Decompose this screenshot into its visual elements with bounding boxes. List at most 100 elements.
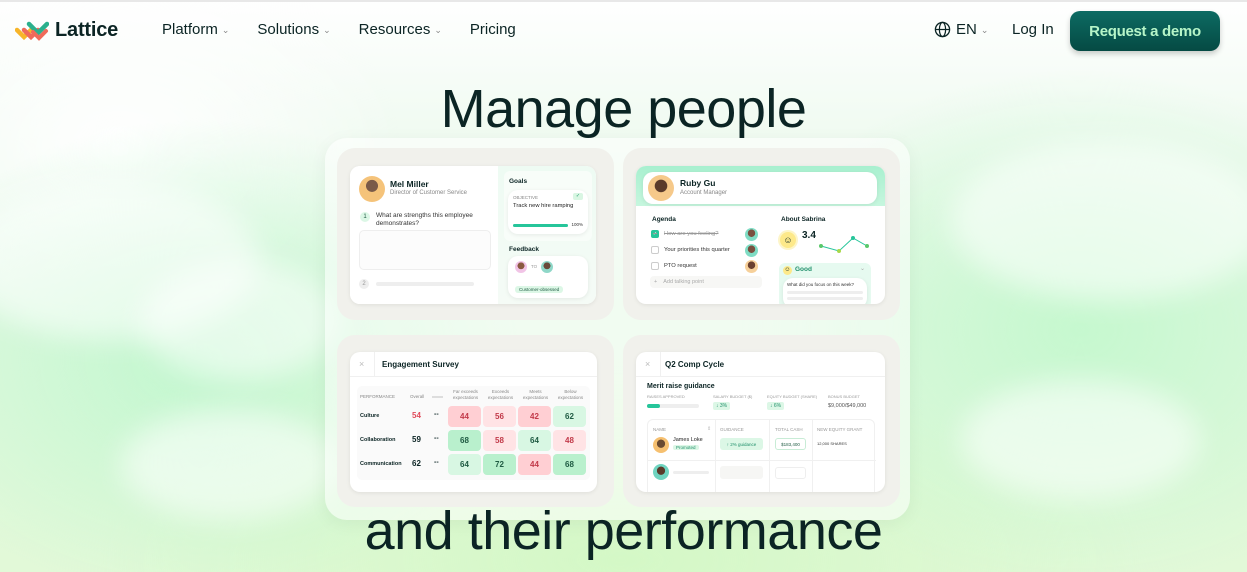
sort-icon[interactable]: ⇕ bbox=[707, 426, 711, 432]
row-label: Communication bbox=[360, 461, 402, 467]
close-icon[interactable]: × bbox=[645, 359, 650, 369]
comp-tile: × Q2 Comp Cycle Merit raise guidance RAI… bbox=[623, 335, 900, 507]
comp-table: NAME ⇕ GUIDANCE TOTAL CASH NEW EQUITY GR… bbox=[647, 419, 876, 492]
add-talking-point-label: Add talking point bbox=[663, 279, 704, 285]
chevron-down-icon: ⌄ bbox=[323, 25, 331, 35]
language-selector[interactable]: EN ⌄ bbox=[934, 21, 988, 38]
comp-cycle-card: × Q2 Comp Cycle Merit raise guidance RAI… bbox=[636, 352, 885, 492]
employee-name: James Loke bbox=[673, 437, 703, 443]
trend-dash: -- bbox=[434, 411, 439, 418]
score-cell[interactable]: 44 bbox=[518, 454, 551, 475]
checkin-prompt: What did you focus on this week? bbox=[787, 282, 855, 287]
employee-name: Ruby Gu bbox=[680, 178, 716, 188]
about-heading: About Sabrina bbox=[781, 216, 826, 223]
top-nav: Lattice Platform ⌄ Solutions ⌄ Resources ⌄ … bbox=[0, 0, 1247, 62]
agenda-item[interactable]: PTO request bbox=[651, 262, 697, 270]
add-talking-point[interactable]: + Add talking point bbox=[650, 276, 762, 288]
score-cell[interactable]: 64 bbox=[518, 430, 551, 451]
nav-platform[interactable]: Platform ⌄ bbox=[162, 21, 229, 38]
score-cell[interactable]: 68 bbox=[448, 430, 481, 451]
total-cash-input[interactable] bbox=[775, 467, 806, 479]
bonus-budget-value: $9,000/$49,000 bbox=[828, 403, 867, 409]
nav-resources-label: Resources bbox=[358, 21, 431, 38]
score-cell[interactable]: 58 bbox=[483, 430, 516, 451]
total-cash-input[interactable]: $183,400 bbox=[775, 438, 806, 450]
answer-textarea[interactable] bbox=[359, 230, 491, 270]
trend-dash: -- bbox=[434, 435, 439, 442]
chevron-down-icon[interactable]: ⌄ bbox=[860, 265, 865, 272]
checkin-panel: ☺ Good ⌄ What did you focus on this week… bbox=[779, 263, 871, 304]
overall-score: 62 bbox=[412, 459, 421, 468]
nav-solutions-label: Solutions bbox=[257, 21, 320, 38]
promoted-badge: Promoted bbox=[673, 445, 699, 450]
ruby-gu-avatar bbox=[648, 175, 674, 201]
chevron-down-icon: ⌄ bbox=[980, 25, 989, 35]
checkbox-icon[interactable] bbox=[651, 262, 659, 270]
language-label: EN bbox=[956, 21, 977, 38]
participant-avatar bbox=[745, 260, 758, 273]
engagement-survey-card: × Engagement Survey PERFORMANCE Overall … bbox=[350, 352, 597, 492]
score-cell[interactable]: 68 bbox=[553, 454, 586, 475]
checkbox-checked-icon[interactable]: ✓ bbox=[651, 230, 659, 238]
score-cell[interactable]: 72 bbox=[483, 454, 516, 475]
score-cell[interactable]: 62 bbox=[553, 406, 586, 427]
score-cell[interactable]: 44 bbox=[448, 406, 481, 427]
check-icon: ✓ bbox=[573, 193, 583, 200]
agenda-heading: Agenda bbox=[652, 216, 676, 223]
question-number: 1 bbox=[360, 212, 370, 222]
goal-progress-bar bbox=[513, 224, 568, 227]
goals-heading: Goals bbox=[509, 178, 528, 185]
nav-pricing-label: Pricing bbox=[469, 21, 516, 38]
nav-pricing[interactable]: Pricing bbox=[470, 21, 516, 38]
score-cell[interactable]: 48 bbox=[553, 430, 586, 451]
product-preview-frame: Mel Miller Director of Customer Service … bbox=[325, 138, 910, 520]
close-icon[interactable]: × bbox=[359, 359, 364, 369]
headline-bottom: and their performance bbox=[364, 501, 883, 561]
smiley-icon: ☺ bbox=[780, 232, 796, 248]
nav-resources[interactable]: Resources ⌄ bbox=[359, 21, 442, 38]
request-demo-button[interactable]: Request a demo bbox=[1070, 11, 1220, 51]
profile-header: Ruby Gu Account Manager bbox=[643, 172, 877, 204]
lattice-logo-icon bbox=[15, 21, 49, 41]
checkin-question-card: What did you focus on this week? bbox=[783, 278, 867, 304]
score-cell[interactable]: 56 bbox=[483, 406, 516, 427]
trend-dash: -- bbox=[434, 459, 439, 466]
column-header: Far exceeds expectations bbox=[452, 389, 479, 400]
feedback-receiver-avatar bbox=[541, 261, 553, 273]
comp-title: Q2 Comp Cycle bbox=[665, 360, 725, 369]
agenda-item[interactable]: ✓ How are you feeling? bbox=[651, 230, 718, 238]
score-cell[interactable]: 64 bbox=[448, 454, 481, 475]
one-on-one-card: Ruby Gu Account Manager Agenda ✓ How are… bbox=[636, 166, 885, 304]
chevron-down-icon: ⌄ bbox=[221, 25, 230, 35]
feedback-tag: Customer-obsessed bbox=[515, 286, 564, 293]
stat-label: SALARY BUDGET ($) bbox=[713, 394, 753, 399]
survey-table: PERFORMANCE Overall Far exceeds expectat… bbox=[357, 386, 590, 480]
stat-label: BONUS BUDGET bbox=[828, 394, 861, 399]
review-sidebar: Goals OBJECTIVE ✓ Track new hire ramping… bbox=[498, 166, 596, 304]
agenda-item[interactable]: Your priorities this quarter bbox=[651, 246, 730, 254]
brand-logo[interactable]: Lattice bbox=[15, 19, 118, 42]
column-header: NEW EQUITY GRANT bbox=[817, 427, 863, 432]
chevron-down-icon: ⌄ bbox=[434, 25, 442, 35]
overall-score: 54 bbox=[412, 411, 421, 420]
objective-label: OBJECTIVE bbox=[513, 195, 539, 200]
column-header: PERFORMANCE bbox=[360, 394, 396, 399]
participant-avatar bbox=[745, 244, 758, 257]
goal-title: Track new hire ramping bbox=[513, 203, 574, 209]
placeholder-line bbox=[376, 282, 474, 286]
score-cell[interactable]: 42 bbox=[518, 406, 551, 427]
stat-label: RAISES APPROVED bbox=[647, 394, 685, 399]
sentiment-label: Good bbox=[795, 266, 812, 273]
feedback-card[interactable]: TO Customer-obsessed bbox=[508, 256, 588, 298]
nav-platform-label: Platform bbox=[162, 21, 218, 38]
checkbox-icon[interactable] bbox=[651, 246, 659, 254]
goal-card[interactable]: OBJECTIVE ✓ Track new hire ramping 100% bbox=[508, 190, 588, 234]
mel-miller-avatar bbox=[359, 176, 385, 202]
stat-label: EQUITY BUDGET (SHARE) bbox=[767, 394, 818, 399]
nav-solutions[interactable]: Solutions ⌄ bbox=[257, 21, 330, 38]
feedback-heading: Feedback bbox=[509, 246, 539, 253]
question-2-number: 2 bbox=[359, 279, 369, 289]
column-header: Meets expectations bbox=[522, 389, 549, 400]
login-link[interactable]: Log In bbox=[1012, 21, 1054, 38]
survey-title: Engagement Survey bbox=[382, 360, 459, 369]
